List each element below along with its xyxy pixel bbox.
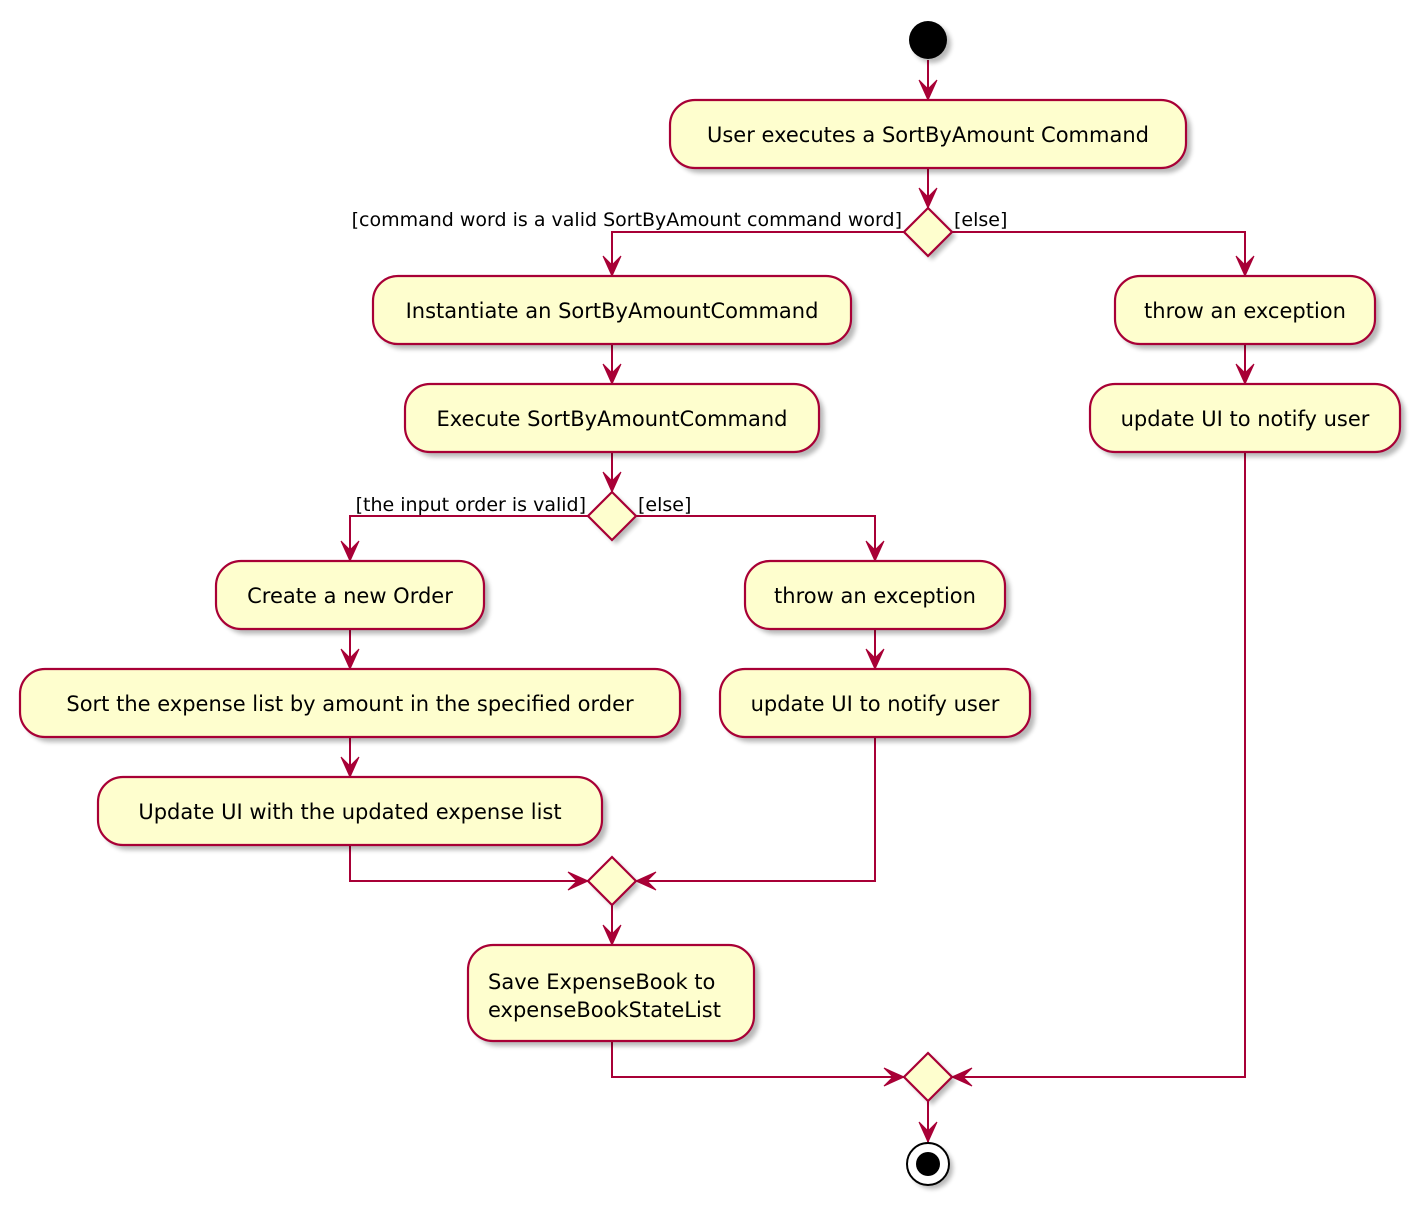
activity-notify-outer: update UI to notify user xyxy=(1088,382,1405,457)
activity-create-order: Create a new Order xyxy=(214,559,489,634)
activity-label: Save ExpenseBook to xyxy=(488,970,715,994)
edge-notify-inner-to-m2 xyxy=(636,737,876,882)
edge-d1-to-throw-outer xyxy=(952,231,1246,276)
activity-label: update UI to notify user xyxy=(751,692,1000,716)
activity-label: User executes a SortByAmount Command xyxy=(707,123,1149,147)
guard-labels: [command word is a valid SortByAmount co… xyxy=(352,209,1008,516)
merge-node-m2 xyxy=(586,855,640,909)
activity-label: throw an exception xyxy=(774,584,976,608)
activity-notify-inner: update UI to notify user xyxy=(718,667,1035,742)
activity-save-book: Save ExpenseBook to expenseBookStateList xyxy=(466,943,759,1046)
edge-d2-to-create-order xyxy=(349,515,588,561)
activity-throw-inner: throw an exception xyxy=(743,559,1010,634)
decision-node-d2 xyxy=(586,490,640,544)
activity-label: Create a new Order xyxy=(247,584,453,608)
guard-d2-yes: [the input order is valid] xyxy=(356,494,586,516)
activity-label: update UI to notify user xyxy=(1121,407,1370,431)
guard-d1-yes: [command word is a valid SortByAmount co… xyxy=(352,209,902,231)
edge-notify-outer-to-m1 xyxy=(952,452,1246,1078)
activity-execute: Execute SortByAmountCommand xyxy=(403,382,824,457)
merge-node-m1 xyxy=(902,1051,956,1105)
diamond xyxy=(902,1051,954,1103)
activity-instantiate: Instantiate an SortByAmountCommand xyxy=(371,274,856,349)
guard-d2-else: [else] xyxy=(638,494,691,516)
activity-sort-list: Sort the expense list by amount in the s… xyxy=(18,667,685,742)
activity-update-ui: Update UI with the updated expense list xyxy=(96,775,607,850)
activity-throw-outer: throw an exception xyxy=(1113,274,1380,349)
edge-d2-to-throw-inner xyxy=(636,515,876,561)
guard-d1-else: [else] xyxy=(954,209,1007,231)
diamond xyxy=(586,855,638,907)
activity-diagram: User executes a SortByAmount Command Inst… xyxy=(18,21,1405,1189)
activity-label: Execute SortByAmountCommand xyxy=(437,407,788,431)
edge-d1-to-instantiate xyxy=(611,231,904,276)
diamond xyxy=(586,490,638,542)
nodes: User executes a SortByAmount Command Inst… xyxy=(18,21,1405,1189)
edge-save-book-to-m1 xyxy=(611,1041,904,1078)
activity-label: Update UI with the updated expense list xyxy=(138,800,561,824)
activity-label: expenseBookStateList xyxy=(488,998,721,1022)
decision-node-d1 xyxy=(902,206,956,260)
edge-update-ui-to-m2 xyxy=(349,845,588,882)
activity-label: throw an exception xyxy=(1144,299,1346,323)
activity-label: Sort the expense list by amount in the s… xyxy=(66,692,634,716)
start-node xyxy=(909,21,947,59)
activity-label: Instantiate an SortByAmountCommand xyxy=(406,299,819,323)
end-node-dot xyxy=(916,1152,940,1176)
activity-user-exec: User executes a SortByAmount Command xyxy=(668,98,1191,173)
diamond xyxy=(902,206,954,258)
